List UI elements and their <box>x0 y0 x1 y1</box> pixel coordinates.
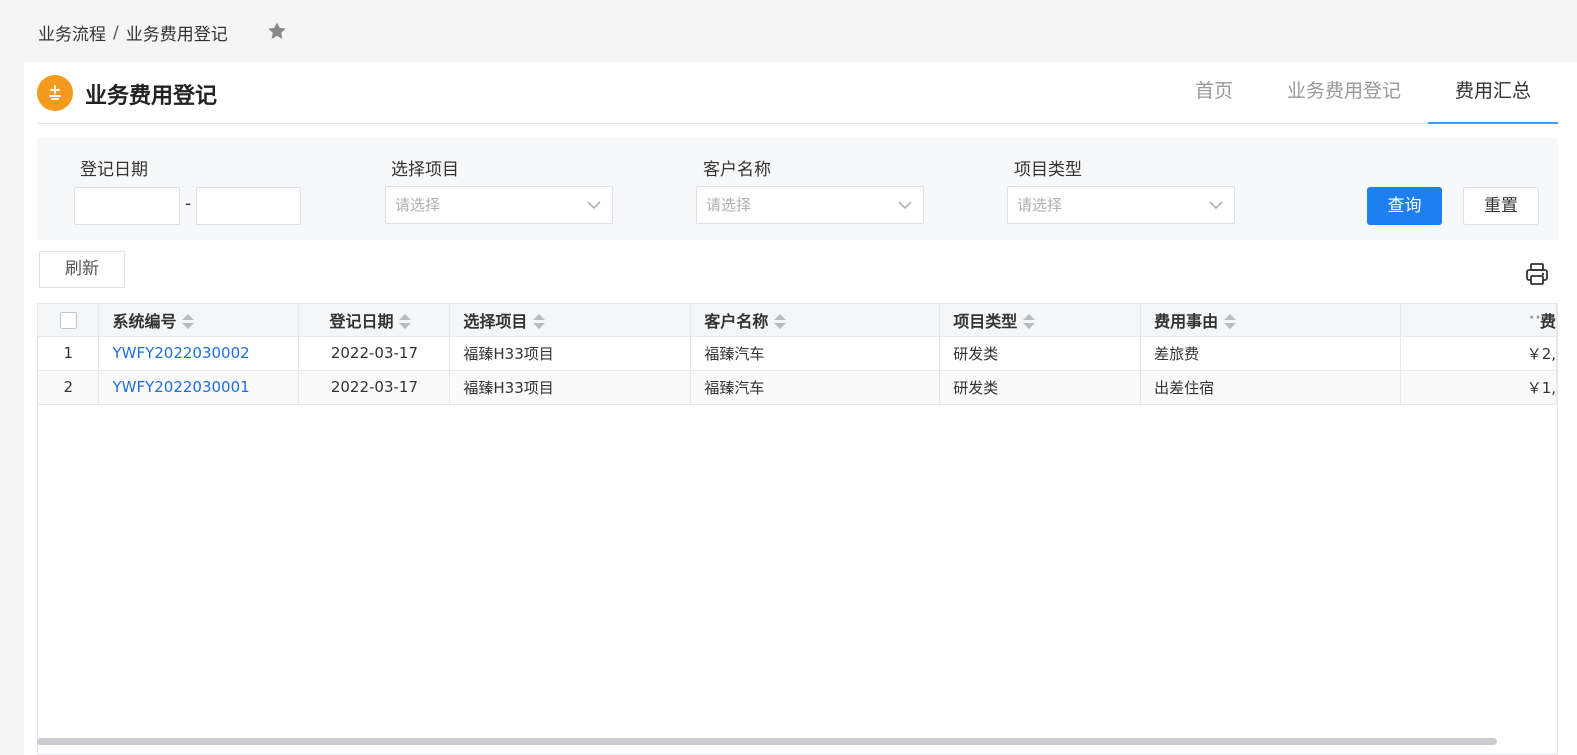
sort-icon[interactable] <box>399 314 412 330</box>
reset-button[interactable]: 重置 <box>1463 187 1539 225</box>
customer-select-placeholder: 请选择 <box>706 196 752 214</box>
row-date: 2022-03-17 <box>298 370 451 405</box>
row-amount: ￥1, <box>1400 370 1557 405</box>
expense-table: 系统编号 登记日期 选择项目 客户名称 项目类型 费用事由 费 ··· 1 YWF… <box>37 303 1558 755</box>
chevron-down-icon <box>1209 201 1223 210</box>
customer-filter-label: 客户名称 <box>703 160 771 180</box>
refresh-button[interactable]: 刷新 <box>39 251 125 288</box>
type-select[interactable]: 请选择 <box>1007 186 1235 224</box>
type-select-placeholder: 请选择 <box>1017 196 1063 214</box>
column-header-amount[interactable]: 费 ··· <box>1400 304 1557 337</box>
page-title: 业务费用登记 <box>85 84 218 109</box>
column-header-date[interactable]: 登记日期 <box>298 304 451 337</box>
row-index: 2 <box>38 370 100 405</box>
tab-expense-summary[interactable]: 费用汇总 <box>1427 62 1558 124</box>
breadcrumb-separator: / <box>113 22 119 43</box>
row-project: 福臻H33项目 <box>449 336 692 371</box>
row-customer: 福臻汽车 <box>690 336 941 371</box>
horizontal-scrollbar[interactable] <box>37 738 1497 745</box>
data-table: 系统编号 登记日期 选择项目 客户名称 项目类型 费用事由 费 ··· 1 YWF… <box>38 304 1557 405</box>
row-project: 福臻H33项目 <box>449 370 692 405</box>
sort-icon[interactable] <box>1224 314 1237 330</box>
date-end-input[interactable] <box>196 187 301 225</box>
page-header: 业务费用登记 首页 业务费用登记 费用汇总 <box>37 62 1558 124</box>
select-all-checkbox[interactable] <box>59 312 77 330</box>
query-button[interactable]: 查询 <box>1367 187 1442 225</box>
table-row[interactable]: 2 YWFY2022030001 2022-03-17 福臻H33项目 福臻汽车… <box>38 370 1557 405</box>
sort-icon[interactable] <box>1023 314 1036 330</box>
tab-expense-registration[interactable]: 业务费用登记 <box>1260 62 1428 124</box>
column-header-type[interactable]: 项目类型 <box>939 304 1142 337</box>
row-code-link[interactable]: YWFY2022030001 <box>98 370 300 405</box>
project-select-placeholder: 请选择 <box>395 196 441 214</box>
row-amount: ￥2, <box>1400 336 1557 371</box>
chevron-down-icon <box>587 201 601 210</box>
sort-icon[interactable] <box>774 314 787 330</box>
customer-select[interactable]: 请选择 <box>696 186 924 224</box>
column-header-project[interactable]: 选择项目 <box>449 304 692 337</box>
table-header-row: 系统编号 登记日期 选择项目 客户名称 项目类型 费用事由 费 ··· <box>38 304 1557 337</box>
row-reason: 差旅费 <box>1140 336 1402 371</box>
date-filter-label: 登记日期 <box>80 160 148 180</box>
breadcrumb-parent[interactable]: 业务流程 <box>38 20 106 45</box>
row-type: 研发类 <box>939 370 1142 405</box>
date-start-input[interactable] <box>74 187 180 225</box>
chevron-down-icon <box>898 201 912 210</box>
select-all-header <box>38 304 100 337</box>
row-code-link[interactable]: YWFY2022030002 <box>98 336 300 371</box>
tab-home[interactable]: 首页 <box>1168 62 1260 124</box>
column-header-customer[interactable]: 客户名称 <box>690 304 941 337</box>
row-index: 1 <box>38 336 100 371</box>
project-filter-label: 选择项目 <box>391 160 459 180</box>
sort-icon[interactable] <box>533 314 546 330</box>
favorite-star-icon[interactable] <box>266 20 288 42</box>
table-row[interactable]: 1 YWFY2022030002 2022-03-17 福臻H33项目 福臻汽车… <box>38 336 1557 371</box>
row-type: 研发类 <box>939 336 1142 371</box>
row-reason: 出差住宿 <box>1140 370 1402 405</box>
date-range-separator: - <box>185 194 192 214</box>
printer-icon[interactable] <box>1524 261 1550 287</box>
row-customer: 福臻汽车 <box>690 370 941 405</box>
type-filter-label: 项目类型 <box>1014 160 1082 180</box>
tab-bar: 首页 业务费用登记 费用汇总 <box>1168 62 1558 124</box>
breadcrumb: 业务流程 / 业务费用登记 <box>38 20 228 46</box>
row-date: 2022-03-17 <box>298 336 451 371</box>
app-logo-icon <box>37 75 73 111</box>
breadcrumb-current: 业务费用登记 <box>125 25 228 45</box>
column-header-reason[interactable]: 费用事由 <box>1140 304 1402 337</box>
project-select[interactable]: 请选择 <box>385 186 613 224</box>
column-header-code[interactable]: 系统编号 <box>98 304 300 337</box>
main-panel: 业务费用登记 首页 业务费用登记 费用汇总 登记日期 - 选择项目 请选择 客户… <box>24 62 1577 755</box>
more-options-icon[interactable]: ··· <box>1529 310 1548 326</box>
filter-panel: 登记日期 - 选择项目 请选择 客户名称 请选择 项目类型 请选择 查询 重置 <box>37 138 1558 240</box>
top-bar: 业务流程 / 业务费用登记 <box>0 0 1577 62</box>
sort-icon[interactable] <box>182 314 195 330</box>
